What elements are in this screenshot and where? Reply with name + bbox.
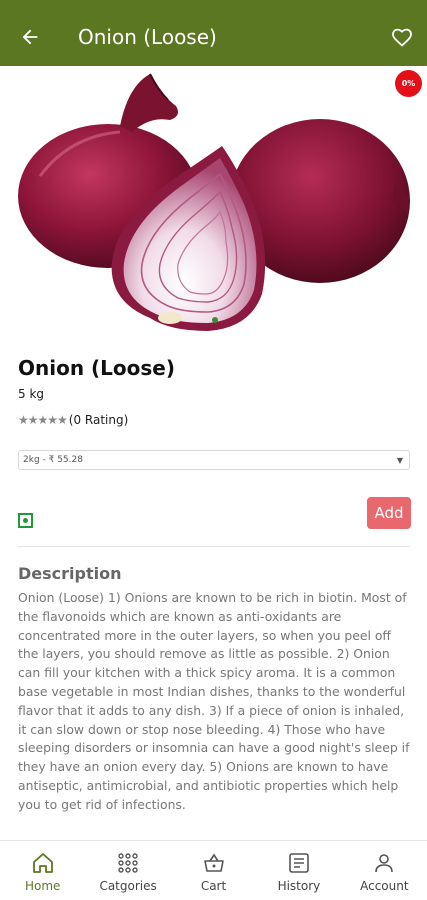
nav-categories[interactable]: Catgories	[85, 841, 170, 900]
nav-home-label: Home	[24, 879, 61, 893]
basket-icon	[203, 853, 224, 872]
favorite-button[interactable]	[377, 8, 427, 66]
nav-history-label: History	[277, 879, 321, 893]
product-name: Onion (Loose)	[18, 356, 176, 380]
home-icon	[32, 853, 53, 873]
person-icon	[375, 854, 394, 873]
status-bar	[0, 0, 427, 8]
back-button[interactable]	[0, 8, 60, 66]
bottom-navigation: Home Catgories Cart History Account	[0, 840, 427, 900]
nav-categories-label: Catgories	[99, 879, 157, 893]
product-image	[0, 66, 427, 346]
heart-outline-icon	[392, 28, 412, 47]
app-bar: Onion (Loose)	[0, 8, 427, 66]
nav-account-label: Account	[360, 879, 409, 893]
add-button[interactable]: Add	[367, 497, 411, 529]
rating-text: (0 Rating)	[68, 413, 129, 427]
variant-select[interactable]: 2kg - ₹ 55.28 ▼	[18, 450, 410, 470]
nav-cart-label: Cart	[200, 879, 227, 893]
chevron-down-icon: ▼	[396, 455, 403, 465]
description-title: Description	[18, 564, 122, 583]
grid-icon	[118, 853, 138, 873]
arrow-left-icon	[22, 29, 38, 45]
variant-selected-value: 2kg - ₹ 55.28	[23, 455, 83, 465]
discount-badge: 0%	[395, 70, 422, 97]
nav-account[interactable]: Account	[342, 841, 427, 900]
page-title: Onion (Loose)	[78, 25, 217, 49]
product-quantity: 5 kg	[18, 387, 45, 401]
nav-history[interactable]: History	[256, 841, 341, 900]
product-rating: ★★★★★ (0 Rating)	[18, 413, 128, 427]
veg-indicator-icon	[18, 513, 33, 528]
nav-cart[interactable]: Cart	[171, 841, 256, 900]
divider	[18, 546, 410, 547]
nav-home[interactable]: Home	[0, 841, 85, 900]
history-icon	[289, 853, 309, 873]
description-body: Onion (Loose) 1) Onions are known to be …	[18, 590, 410, 812]
rating-stars: ★★★★★	[18, 413, 68, 427]
